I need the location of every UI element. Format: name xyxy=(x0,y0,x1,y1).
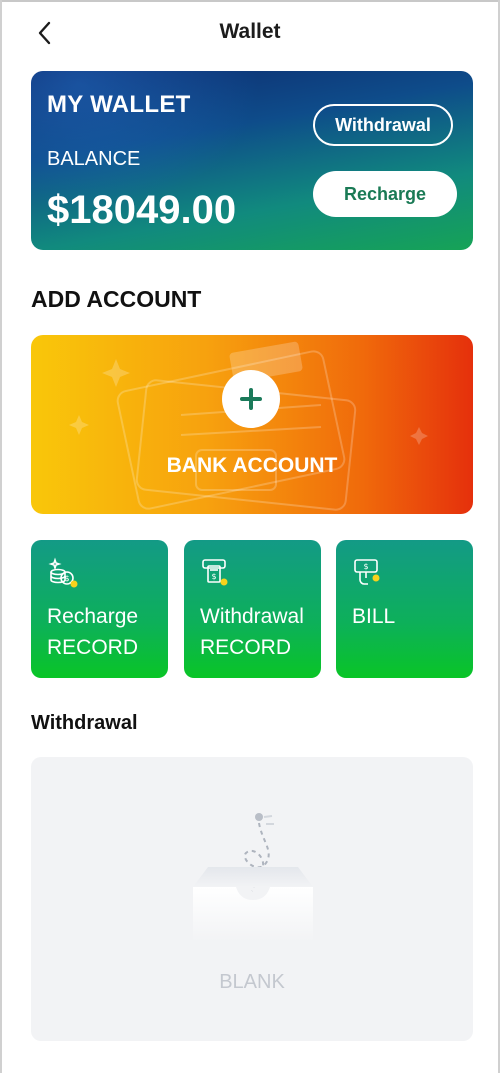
page-title: Wallet xyxy=(219,20,281,43)
coins-icon: $ xyxy=(48,557,78,588)
bill-label: BILL xyxy=(352,601,395,632)
empty-box-icon xyxy=(193,813,313,942)
tile-label-line1: BILL xyxy=(352,605,396,628)
empty-state-text: BLANK xyxy=(219,971,285,993)
recharge-record-tile[interactable]: $ Recharge RECORD xyxy=(31,540,168,678)
tile-label-line2: RECORD xyxy=(47,636,139,659)
balance-value: $18049.00 xyxy=(47,188,237,232)
add-account-title: ADD ACCOUNT xyxy=(31,286,202,312)
svg-text:$: $ xyxy=(363,562,368,571)
withdrawal-section-title: Withdrawal xyxy=(31,712,138,734)
header: Wallet xyxy=(0,2,500,62)
withdrawal-button[interactable]: Withdrawal xyxy=(313,104,453,146)
withdrawal-record-tile[interactable]: $ Withdrawal RECORD xyxy=(184,540,321,678)
cash-hand-icon: $ xyxy=(354,559,380,585)
add-account-plus-button[interactable] xyxy=(222,370,280,428)
svg-text:$: $ xyxy=(64,574,69,583)
window-left-border xyxy=(0,0,2,1073)
withdrawal-empty-state: BLANK xyxy=(31,757,473,1041)
bank-account-label: BANK ACCOUNT xyxy=(166,454,338,477)
atm-withdraw-icon: $ xyxy=(202,559,228,586)
recharge-button[interactable]: Recharge xyxy=(313,171,457,217)
recharge-record-label: Recharge RECORD xyxy=(47,601,138,663)
balance-label: BALANCE xyxy=(47,148,141,170)
tile-label-line1: Recharge xyxy=(47,605,139,628)
withdrawal-record-label: Withdrawal RECORD xyxy=(200,601,304,663)
chevron-left-icon xyxy=(38,21,51,45)
svg-text:$: $ xyxy=(211,572,216,581)
bill-tile[interactable]: $ BILL xyxy=(336,540,473,678)
add-bank-account-card[interactable]: BANK ACCOUNT xyxy=(31,335,473,514)
wallet-card: MY WALLET BALANCE $18049.00 Withdrawal R… xyxy=(31,71,473,250)
wallet-card-title: MY WALLET xyxy=(47,91,191,118)
tile-label-line1: Withdrawal xyxy=(200,605,304,628)
tile-label-line2: RECORD xyxy=(200,636,292,659)
back-button[interactable] xyxy=(30,16,60,50)
plus-icon xyxy=(240,388,262,410)
